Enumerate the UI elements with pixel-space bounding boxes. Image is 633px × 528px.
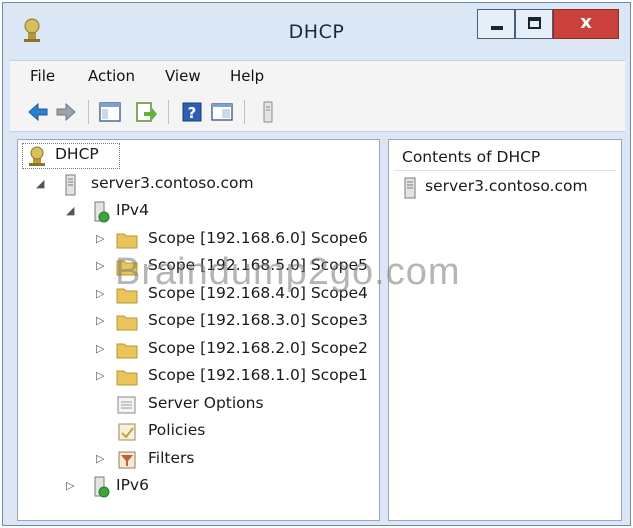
tree-node-label: DHCP <box>55 145 99 163</box>
folder-icon <box>116 370 138 386</box>
dhcp-icon <box>29 146 45 166</box>
tree-node-filters[interactable]: ▷ Filters <box>96 447 246 473</box>
tree-node-label: server3.contoso.com <box>91 174 254 192</box>
back-icon[interactable] <box>26 100 50 124</box>
server-icon[interactable] <box>256 100 280 124</box>
toolbar: ? <box>10 92 625 132</box>
menu-help[interactable]: Help <box>230 67 264 85</box>
folder-icon <box>116 343 138 359</box>
menu-file[interactable]: File <box>30 67 55 85</box>
collapsed-arrow-icon[interactable]: ▷ <box>96 369 104 382</box>
minimize-button[interactable] <box>477 9 515 39</box>
tree-node-label: Scope [192.168.4.0] Scope4 <box>148 284 368 302</box>
expanded-arrow-icon[interactable]: ◢ <box>36 177 44 190</box>
toolbar-separator <box>244 100 245 124</box>
tree-node-label: Server Options <box>148 394 264 412</box>
tree-node-label: IPv6 <box>116 476 149 494</box>
maximize-button[interactable] <box>515 9 553 39</box>
menu-view[interactable]: View <box>165 67 201 85</box>
tree-node-label: Scope [192.168.3.0] Scope3 <box>148 311 368 329</box>
folder-icon <box>116 260 138 276</box>
tree-node-scope[interactable]: ▷ Scope [192.168.4.0] Scope4 <box>96 282 381 308</box>
maximize-icon <box>528 17 541 29</box>
ipv4-icon <box>94 201 110 223</box>
collapsed-arrow-icon[interactable]: ▷ <box>66 479 74 492</box>
toolbar-separator <box>168 100 169 124</box>
tree-node-server-options[interactable]: Server Options <box>116 392 296 418</box>
tree-node-label: Scope [192.168.6.0] Scope6 <box>148 229 368 247</box>
title-bar[interactable]: DHCP x <box>3 3 630 59</box>
server-options-icon <box>117 396 136 414</box>
tree-node-label: Policies <box>148 421 206 439</box>
collapsed-arrow-icon[interactable]: ▷ <box>96 342 104 355</box>
collapsed-arrow-icon[interactable]: ▷ <box>96 287 104 300</box>
collapsed-arrow-icon[interactable]: ▷ <box>96 314 104 327</box>
folder-icon <box>116 233 138 249</box>
policies-icon <box>118 423 136 441</box>
tree-node-ipv4[interactable]: ◢ IPv4 <box>66 199 186 225</box>
console-tree: DHCP ◢ server3.contoso.com ◢ IPv4 ▷ Scop… <box>17 139 380 521</box>
export-list-icon[interactable] <box>134 100 158 124</box>
folder-icon <box>116 315 138 331</box>
expanded-arrow-icon[interactable]: ◢ <box>66 204 74 217</box>
tree-node-dhcp[interactable]: DHCP <box>26 143 121 169</box>
close-button[interactable]: x <box>553 9 619 39</box>
dhcp-window: DHCP x File Action View Help ? DHCP ◢ se… <box>2 2 631 526</box>
close-icon: x <box>580 12 592 33</box>
tree-node-scope[interactable]: ▷ Scope [192.168.6.0] Scope6 <box>96 227 381 253</box>
folder-icon <box>116 288 138 304</box>
minimize-icon <box>491 26 503 30</box>
contents-item-label: server3.contoso.com <box>425 177 588 195</box>
tree-node-scope[interactable]: ▷ Scope [192.168.5.0] Scope5 <box>96 254 381 280</box>
svg-text:?: ? <box>188 104 197 122</box>
server-icon <box>404 177 416 199</box>
collapsed-arrow-icon[interactable]: ▷ <box>96 232 104 245</box>
tree-node-label: Scope [192.168.2.0] Scope2 <box>148 339 368 357</box>
ipv6-icon <box>94 476 110 498</box>
menu-action[interactable]: Action <box>88 67 135 85</box>
tree-node-server[interactable]: ◢ server3.contoso.com <box>36 172 356 198</box>
forward-icon[interactable] <box>54 100 78 124</box>
tree-node-policies[interactable]: Policies <box>116 419 256 445</box>
toolbar-separator <box>88 100 89 124</box>
tree-node-label: Scope [192.168.5.0] Scope5 <box>148 256 368 274</box>
tree-node-scope[interactable]: ▷ Scope [192.168.1.0] Scope1 <box>96 364 381 390</box>
show-hide-tree-icon[interactable] <box>98 100 122 124</box>
menu-bar: File Action View Help <box>10 60 625 92</box>
tree-node-scope[interactable]: ▷ Scope [192.168.2.0] Scope2 <box>96 337 381 363</box>
tree-node-scope[interactable]: ▷ Scope [192.168.3.0] Scope3 <box>96 309 381 335</box>
tree-node-label: Scope [192.168.1.0] Scope1 <box>148 366 368 384</box>
filters-icon <box>118 451 136 469</box>
properties-icon[interactable] <box>210 100 234 124</box>
tree-node-label: IPv4 <box>116 201 149 219</box>
tree-node-label: Filters <box>148 449 195 467</box>
server-icon <box>65 174 76 196</box>
tree-node-ipv6[interactable]: ▷ IPv6 <box>66 474 186 500</box>
contents-column-header[interactable]: Contents of DHCP <box>394 143 616 171</box>
contents-pane: Contents of DHCP server3.contoso.com <box>388 139 622 521</box>
collapsed-arrow-icon[interactable]: ▷ <box>96 452 104 465</box>
help-icon[interactable]: ? <box>180 100 204 124</box>
collapsed-arrow-icon[interactable]: ▷ <box>96 259 104 272</box>
